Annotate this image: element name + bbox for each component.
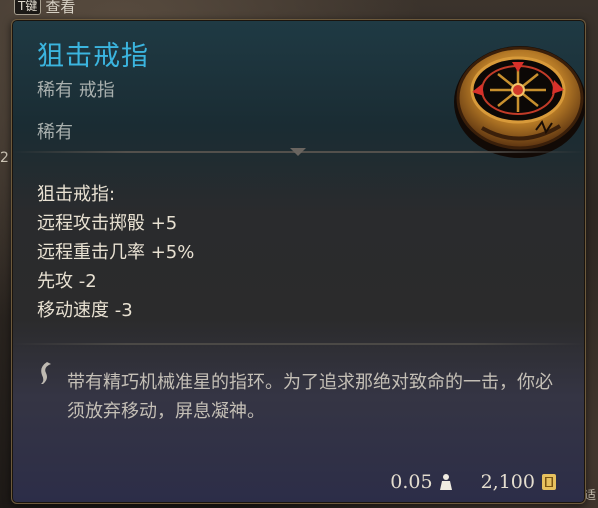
item-value: 2,100: [480, 471, 535, 493]
item-subtitle: 稀有 戒指: [37, 80, 115, 101]
stat-header: 狙击戒指:: [37, 184, 116, 205]
hint-text: 查看: [45, 0, 76, 16]
item-weight: 0.05: [390, 471, 433, 493]
item-title: 狙击戒指: [37, 41, 149, 72]
weight-icon: [439, 474, 452, 490]
gold-icon: [542, 474, 556, 490]
stat-line: 远程攻击掷骰 +5: [37, 213, 178, 234]
divider-notch: [290, 148, 306, 156]
background-edge-text-left: 2: [0, 150, 9, 166]
stat-line: 先攻 -2: [37, 271, 97, 292]
item-stats: 狙击戒指: 远程攻击掷骰 +5 远程重击几率 +5% 先攻 -2 移动速度 -3: [37, 180, 194, 325]
stat-line: 移动速度 -3: [37, 300, 133, 321]
hint-key: T键: [14, 0, 42, 15]
quill-icon: [41, 362, 51, 384]
item-footer: 0.05 2,100: [390, 471, 557, 493]
item-rarity: 稀有: [37, 122, 73, 143]
ring-icon: [454, 46, 585, 158]
stat-line: 远程重击几率 +5%: [37, 242, 195, 263]
item-tooltip: 狙击戒指 稀有 戒指 稀有 狙击戒指: 远程攻击掷骰 +5 远程重击几率 +5%…: [11, 19, 586, 504]
flavor-text: 带有精巧机械准星的指环。为了追求那绝对致命的一击，你必须放弃移动，屏息凝神。: [67, 372, 553, 422]
flavor-divider: [12, 343, 585, 345]
examine-hint: T键 查看: [14, 0, 75, 16]
